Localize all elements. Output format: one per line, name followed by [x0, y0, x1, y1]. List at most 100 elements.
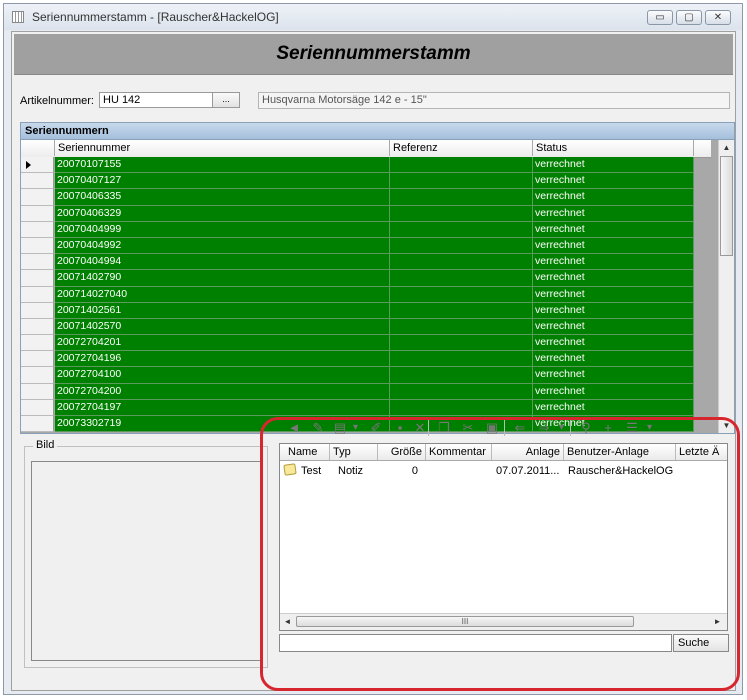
reference-cell[interactable]	[390, 173, 533, 190]
row-header[interactable]	[21, 302, 54, 319]
table-row[interactable]: 20070107155 verrechnet	[21, 157, 711, 174]
binoculars-icon[interactable]: ⚲	[578, 420, 594, 436]
maximize-button[interactable]: ▢	[676, 10, 702, 25]
reference-cell[interactable]	[390, 254, 533, 271]
status-cell[interactable]: verrechnet	[533, 189, 694, 206]
reference-cell[interactable]	[390, 270, 533, 287]
new-note-icon[interactable]: ✎	[310, 420, 326, 436]
serial-number-cell[interactable]: 20070404992	[55, 237, 390, 255]
arrow-left-icon[interactable]: ⇐	[512, 420, 528, 436]
new-document-dropdown-icon[interactable]: ▾	[351, 420, 360, 436]
row-header[interactable]	[21, 335, 54, 352]
new-document-icon[interactable]: ▤	[332, 420, 348, 436]
list-view-dropdown-icon[interactable]: ▾	[645, 420, 654, 436]
cut-icon[interactable]: ✂	[460, 420, 476, 436]
column-header-type[interactable]: Typ	[330, 444, 378, 460]
reference-cell[interactable]	[390, 221, 533, 238]
serial-number-cell[interactable]: 20071402561	[55, 302, 390, 319]
row-header[interactable]	[21, 221, 54, 238]
column-header-serial[interactable]: Seriennummer	[55, 140, 390, 156]
table-row[interactable]: 20072704200 verrechnet	[21, 383, 711, 400]
table-row[interactable]: 20070406329 verrechnet	[21, 205, 711, 222]
scrollbar-thumb[interactable]: III	[296, 616, 634, 627]
status-cell[interactable]: verrechnet	[533, 367, 694, 384]
arrow-right-icon[interactable]: ⇒	[536, 420, 552, 436]
row-header[interactable]	[21, 383, 54, 400]
row-header[interactable]	[21, 318, 54, 336]
paste-icon[interactable]: ▣	[484, 420, 500, 436]
status-cell[interactable]: verrechnet	[533, 335, 694, 352]
serial-number-cell[interactable]: 20071402570	[55, 318, 390, 336]
table-row[interactable]: 20070406335 verrechnet	[21, 189, 711, 206]
serial-number-cell[interactable]: 200714027040	[55, 286, 390, 303]
reference-cell[interactable]	[390, 383, 533, 400]
search-button[interactable]: Suche	[673, 634, 729, 652]
column-header-created-by[interactable]: Benutzer-Anlage	[564, 444, 676, 460]
status-cell[interactable]: verrechnet	[533, 302, 694, 319]
status-cell[interactable]: verrechnet	[533, 237, 694, 255]
reference-cell[interactable]	[390, 318, 533, 336]
serial-number-cell[interactable]: 20070406335	[55, 189, 390, 206]
reference-cell[interactable]	[390, 335, 533, 352]
column-header-last-changed[interactable]: Letzte Ä	[676, 444, 727, 460]
reference-cell[interactable]	[390, 286, 533, 303]
status-cell[interactable]: verrechnet	[533, 351, 694, 368]
table-row[interactable]: 20072704196 verrechnet	[21, 351, 711, 368]
serial-number-cell[interactable]: 20070404999	[55, 221, 390, 238]
table-row[interactable]: 20070407127 verrechnet	[21, 173, 711, 190]
row-header[interactable]	[21, 367, 54, 384]
table-row[interactable]: 20070404994 verrechnet	[21, 254, 711, 271]
serial-number-cell[interactable]: 20070407127	[55, 173, 390, 190]
table-row[interactable]: 200714027040 verrechnet	[21, 286, 711, 303]
serial-number-cell[interactable]: 20072704100	[55, 367, 390, 384]
attachment-horizontal-scrollbar[interactable]: ◄ III ►	[280, 613, 727, 630]
row-header[interactable]	[21, 416, 54, 433]
column-header-name[interactable]: Name	[285, 444, 330, 460]
grid-vertical-scrollbar[interactable]: ▲ ▼	[718, 140, 734, 433]
row-header[interactable]	[21, 254, 54, 271]
reference-cell[interactable]	[390, 399, 533, 416]
scroll-right-arrow-icon[interactable]: ►	[710, 614, 725, 629]
serial-number-cell[interactable]: 20072704200	[55, 383, 390, 400]
attachment-list[interactable]: Name Typ Größe Kommentar Anlage Benutzer…	[279, 443, 728, 631]
column-header-created[interactable]: Anlage	[492, 444, 564, 460]
row-header[interactable]	[21, 157, 54, 174]
row-header[interactable]	[21, 173, 54, 190]
reference-cell[interactable]	[390, 189, 533, 206]
status-cell[interactable]: verrechnet	[533, 270, 694, 287]
row-header[interactable]	[21, 237, 54, 255]
table-row[interactable]: 20070404999 verrechnet	[21, 221, 711, 238]
reference-cell[interactable]	[390, 237, 533, 255]
reference-cell[interactable]	[390, 302, 533, 319]
search-input[interactable]	[279, 634, 672, 652]
status-cell[interactable]: verrechnet	[533, 157, 694, 174]
table-row[interactable]: 20071402561 verrechnet	[21, 302, 711, 319]
serial-number-cell[interactable]: 20072704201	[55, 335, 390, 352]
add-icon[interactable]: +	[600, 420, 616, 436]
status-cell[interactable]: verrechnet	[533, 205, 694, 222]
navigate-dropdown-icon[interactable]: ▾	[557, 420, 566, 436]
row-header[interactable]	[21, 205, 54, 222]
reference-cell[interactable]	[390, 351, 533, 368]
table-row[interactable]: 20072704201 verrechnet	[21, 335, 711, 352]
scroll-up-arrow-icon[interactable]: ▲	[719, 140, 734, 155]
table-row[interactable]: 20071402790 verrechnet	[21, 270, 711, 287]
serial-number-cell[interactable]: 20072704197	[55, 399, 390, 416]
serial-number-cell[interactable]: 20070406329	[55, 205, 390, 222]
reference-cell[interactable]	[390, 367, 533, 384]
save-icon[interactable]: ▪	[392, 420, 408, 436]
article-number-input[interactable]: HU 142	[99, 92, 214, 108]
scrollbar-thumb[interactable]	[720, 156, 733, 256]
status-cell[interactable]: verrechnet	[533, 254, 694, 271]
article-lookup-button[interactable]: ...	[212, 92, 240, 108]
table-row[interactable]: 20072704197 verrechnet	[21, 399, 711, 416]
table-row[interactable]: 20071402570 verrechnet	[21, 318, 711, 336]
serial-number-cell[interactable]: 20070404994	[55, 254, 390, 271]
status-cell[interactable]: verrechnet	[533, 173, 694, 190]
column-header-comment[interactable]: Kommentar	[426, 444, 492, 460]
edit-icon[interactable]: ✐	[368, 420, 384, 436]
table-row[interactable]: 20072704100 verrechnet	[21, 367, 711, 384]
row-header[interactable]	[21, 189, 54, 206]
reference-cell[interactable]	[390, 205, 533, 222]
column-header-reference[interactable]: Referenz	[390, 140, 533, 156]
